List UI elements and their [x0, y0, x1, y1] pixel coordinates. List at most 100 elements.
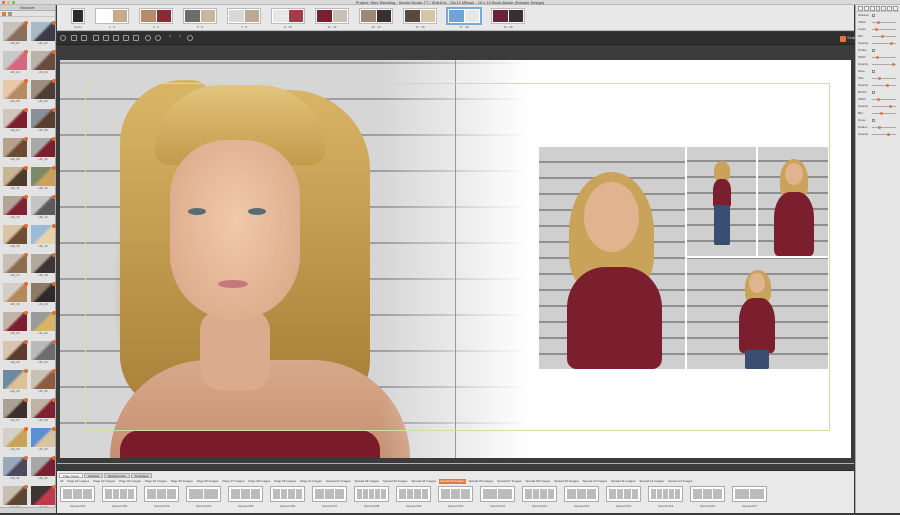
undo-icon[interactable]	[60, 35, 66, 41]
property-slider[interactable]	[872, 56, 896, 59]
layout-template[interactable]: Spread 014	[606, 486, 641, 510]
browser-thumbnail[interactable]: Hill_21	[3, 311, 28, 336]
align-left-icon[interactable]	[858, 6, 863, 11]
slider-knob[interactable]	[878, 77, 881, 80]
distribute-icon[interactable]	[875, 6, 881, 11]
layout-preview[interactable]	[648, 486, 683, 502]
layout-preview[interactable]	[102, 486, 137, 502]
spread-thumbnail[interactable]: 3 - 4	[139, 8, 173, 29]
layout-filter[interactable]: Spread 05 Images	[439, 479, 466, 484]
layout-template[interactable]: Spread 004	[186, 486, 221, 510]
tab-backgrounds[interactable]: Backgrounds	[104, 473, 130, 478]
slider-knob[interactable]	[890, 42, 893, 45]
layout-template[interactable]: Spread 008	[354, 486, 389, 510]
zoom-out-icon[interactable]	[145, 35, 151, 41]
slider-knob[interactable]	[889, 105, 892, 108]
layout-preview[interactable]	[312, 486, 347, 502]
spread-thumbnail[interactable]: 9 - 10	[271, 8, 305, 29]
layout-preview[interactable]	[60, 486, 95, 502]
lock-icon[interactable]	[881, 6, 887, 11]
property-checkbox[interactable]	[872, 91, 875, 94]
layout-template[interactable]: Spread 017	[732, 486, 767, 510]
layout-filter[interactable]: Page 07 Images	[222, 479, 246, 484]
thumbnail-image[interactable]	[3, 341, 27, 360]
browser-thumbnail[interactable]: Hill_23	[3, 340, 28, 365]
browser-thumbnail[interactable]: Hill_06	[31, 79, 56, 104]
slider-knob[interactable]	[887, 133, 890, 136]
thumbnail-image[interactable]	[31, 109, 55, 128]
album-spread[interactable]	[60, 60, 851, 458]
thumbnail-image[interactable]	[31, 341, 55, 360]
browser-thumbnail[interactable]: Hill_11	[3, 166, 28, 191]
align-center-icon[interactable]	[863, 6, 869, 11]
spread-pages[interactable]	[183, 8, 217, 24]
thumbnail-image[interactable]	[3, 167, 27, 186]
slider-knob[interactable]	[877, 98, 880, 101]
next-spread-icon[interactable]: ›	[177, 34, 183, 40]
browser-thumbnail[interactable]: Hill_19	[3, 282, 28, 307]
slider-knob[interactable]	[880, 112, 883, 115]
spread-pages[interactable]	[315, 8, 349, 24]
close-window-icon[interactable]	[2, 1, 5, 4]
browser-thumbnail[interactable]: Hill_01	[3, 21, 28, 46]
zoom-window-icon[interactable]	[12, 1, 15, 4]
layout-filter[interactable]: Page 04 Images	[144, 479, 168, 484]
thumbnail-image[interactable]	[3, 370, 27, 389]
layout-template[interactable]: Spread 002	[102, 486, 137, 510]
spread-thumbnail[interactable]: 17 - 18	[447, 8, 481, 29]
property-slider[interactable]	[872, 105, 896, 108]
spread-pages[interactable]	[139, 8, 173, 24]
browser-thumbnail[interactable]: Hill_16	[31, 224, 56, 249]
thumbnail-image[interactable]	[3, 22, 27, 41]
layout-preview[interactable]	[396, 486, 431, 502]
property-checkbox[interactable]	[872, 119, 875, 122]
layout-preview[interactable]	[144, 486, 179, 502]
slider-knob[interactable]	[886, 84, 889, 87]
thumbnail-image[interactable]	[31, 428, 55, 447]
layout-filter[interactable]: Spread 12 Images	[638, 479, 665, 484]
layout-preview[interactable]	[228, 486, 263, 502]
property-checkbox[interactable]	[872, 14, 875, 17]
browser-thumbnail[interactable]: Hill_32	[31, 456, 56, 481]
slider-knob[interactable]	[892, 63, 895, 66]
layout-preview[interactable]	[186, 486, 221, 502]
spread-thumbnail[interactable]: 13 - 14	[359, 8, 393, 29]
thumbnail-image[interactable]	[31, 399, 55, 418]
layout-filter[interactable]: Page 03 Images	[118, 479, 142, 484]
layout-preview[interactable]	[564, 486, 599, 502]
browser-thumbnail[interactable]: Hill_15	[3, 224, 28, 249]
browser-thumbnail[interactable]: Hill_26	[31, 369, 56, 394]
thumbnail-image[interactable]	[3, 399, 27, 418]
layout-filter[interactable]: Page 02 Images	[92, 479, 116, 484]
thumbnail-image[interactable]	[31, 312, 55, 331]
browser-thumbnail[interactable]: Hill_05	[3, 79, 28, 104]
thumbnail-image[interactable]	[3, 486, 27, 505]
layout-filter[interactable]: Page 06 Images	[196, 479, 220, 484]
layout-preview[interactable]	[690, 486, 725, 502]
proof-icon[interactable]	[123, 35, 129, 41]
property-checkbox[interactable]	[872, 49, 875, 52]
layout-filter[interactable]: Spread 13 Images	[667, 479, 694, 484]
browser-thumbnail[interactable]: Hill_07	[3, 108, 28, 133]
layout-preview[interactable]	[270, 486, 305, 502]
layout-template[interactable]: Spread 010	[438, 486, 473, 510]
spread-thumbnail[interactable]: 5 - 6	[183, 8, 217, 29]
property-slider[interactable]	[872, 112, 896, 115]
browser-thumbnail[interactable]: Hill_08	[31, 108, 56, 133]
slider-knob[interactable]	[876, 56, 879, 59]
browser-thumbnail[interactable]: Hill_14	[31, 195, 56, 220]
thumbnail-image[interactable]	[3, 283, 27, 302]
thumbnail-image[interactable]	[31, 167, 55, 186]
tab-templates[interactable]: Templates	[130, 473, 153, 478]
layout-filter[interactable]: Spread 09 Images	[553, 479, 580, 484]
layout-filter[interactable]: Spread 02 Images	[353, 479, 380, 484]
zoom-in-icon[interactable]	[155, 35, 161, 41]
thumbnail-image[interactable]	[3, 225, 27, 244]
browser-sort-icon[interactable]	[8, 11, 12, 16]
browser-thumbnail[interactable]: Hill_25	[3, 369, 28, 394]
spread-thumbnail[interactable]: Cover	[71, 8, 85, 29]
browser-thumbnail[interactable]: Hill_12	[31, 166, 56, 191]
spread-thumbnail[interactable]: 19 - 20	[491, 8, 525, 29]
property-slider[interactable]	[872, 21, 896, 24]
property-slider[interactable]	[872, 126, 896, 129]
